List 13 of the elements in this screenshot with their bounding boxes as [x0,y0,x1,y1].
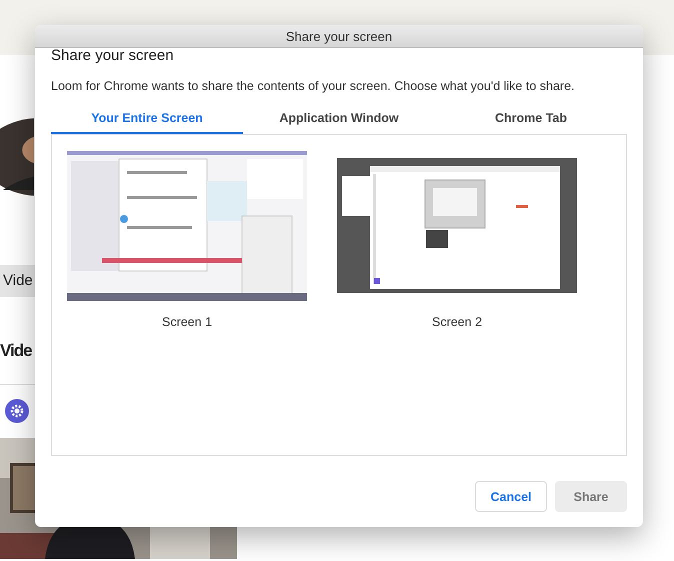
tab[interactable]: Your Entire Screen [51,111,243,134]
gear-icon[interactable] [5,399,29,423]
screen-preview[interactable] [337,158,577,293]
screen-label: Screen 1 [162,315,212,329]
page-heading: Vide [0,340,32,362]
screen-label: Screen 2 [432,315,482,329]
dialog-description: Loom for Chrome wants to share the contents of your screen. Choose what you'd like to share. [51,78,576,94]
cancel-button[interactable]: Cancel [475,481,547,512]
tab[interactable]: Chrome Tab [435,111,627,134]
screen-preview[interactable] [67,151,307,301]
window-title: Share your screen [35,25,643,48]
tab[interactable]: Application Window [243,111,435,134]
dialog-heading: Share your screen [51,48,175,64]
